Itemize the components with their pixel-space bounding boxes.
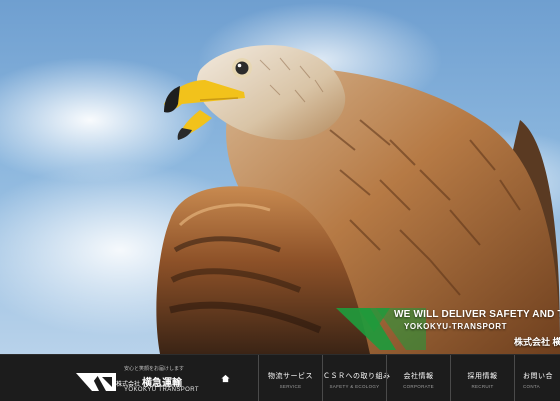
nav-item-sublabel: CORPORATE	[403, 384, 434, 389]
nav-item-contact[interactable]: お問い合 CONTA	[514, 355, 560, 401]
nav-item-csr[interactable]: ＣＳＲへの取り組み SAFETY & ECOLOGY	[322, 355, 391, 401]
logo-company-en: YOKOKYU TRANSPORT	[124, 387, 199, 393]
nav-item-label: お問い合	[523, 373, 553, 380]
nav-item-label: 採用情報	[467, 373, 498, 380]
hero-image: WE WILL DELIVER SAFETY AND THE S YOKOKYU…	[0, 0, 560, 354]
nav-item-label: 物流サービス	[268, 373, 313, 380]
nav-item-corporate[interactable]: 会社情報 CORPORATE	[386, 355, 450, 401]
company-logo[interactable]: 安心と笑顔をお届けします 株式会社 横急運輸 YOKOKYU TRANSPORT	[74, 362, 199, 396]
global-navbar: 安心と笑顔をお届けします 株式会社 横急運輸 YOKOKYU TRANSPORT …	[0, 354, 560, 401]
nav-item-sublabel: SERVICE	[279, 384, 302, 389]
nav-item-label: 会社情報	[403, 373, 434, 380]
logo-mark-icon	[76, 373, 116, 391]
banner-company-jp: 株式会社 横	[514, 337, 560, 347]
nav-item-sublabel: SAFETY & ECOLOGY	[329, 384, 380, 389]
nav-item-sublabel: RECRUIT	[471, 384, 494, 389]
banner-tagline: WE WILL DELIVER SAFETY AND THE S	[394, 309, 560, 320]
kite-bird-photo	[156, 45, 560, 354]
hero-banner: WE WILL DELIVER SAFETY AND THE S YOKOKYU…	[336, 304, 560, 354]
nav-item-label: ＣＳＲへの取り組み	[323, 373, 391, 380]
home-button[interactable]	[212, 369, 238, 387]
nav-item-recruit[interactable]: 採用情報 RECRUIT	[450, 355, 514, 401]
banner-company-en: YOKOKYU-TRANSPORT	[404, 322, 508, 331]
home-icon	[220, 374, 230, 382]
nav-item-service[interactable]: 物流サービス SERVICE	[258, 355, 322, 401]
logo-slogan: 安心と笑顔をお届けします	[124, 366, 185, 372]
nav-item-sublabel: CONTA	[523, 384, 540, 389]
